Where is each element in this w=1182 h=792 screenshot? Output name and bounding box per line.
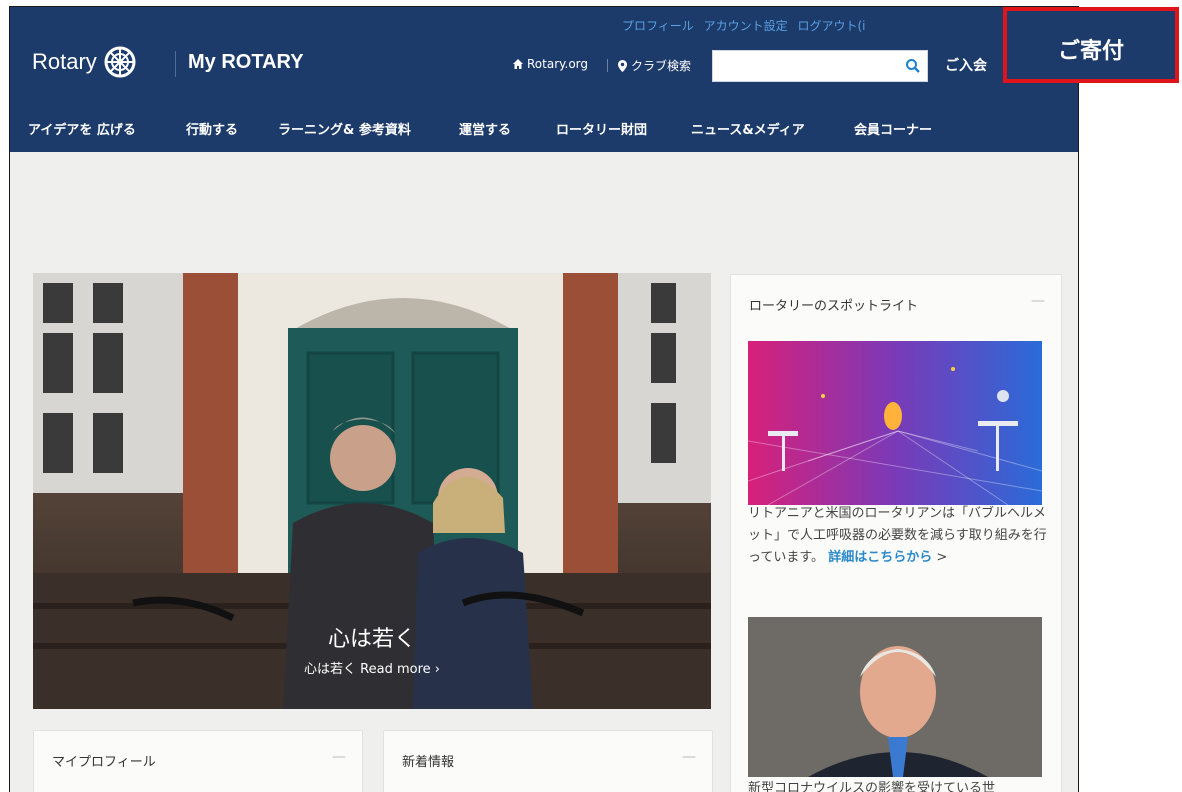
whats-new-collapse-button[interactable]: — xyxy=(682,749,696,765)
hero-banner[interactable]: 心は若く 心は若く Read more › xyxy=(33,273,711,709)
nav-item-news-media[interactable]: ニュース&メディア xyxy=(691,119,805,138)
site-header: プロフィール アカウント設定 ログアウト(i Rotary My ROTARY … xyxy=(10,7,1078,152)
nav-item-learning[interactable]: ラーニング& 参考資料 xyxy=(278,119,411,138)
spotlight-read-more-link[interactable]: 詳細はこちらから xyxy=(828,550,932,565)
main-nav: アイデアを 広げる 行動する ラーニング& 参考資料 運営する ロータリー財団 … xyxy=(10,103,1078,151)
location-pin-icon xyxy=(618,59,627,72)
whats-new-title: 新着情報 xyxy=(402,755,455,770)
search-input[interactable] xyxy=(717,51,901,81)
logo-text: Rotary xyxy=(32,49,97,74)
search-box[interactable] xyxy=(712,50,928,82)
search-icon[interactable] xyxy=(905,58,921,74)
club-search-label: クラブ検索 xyxy=(631,59,692,73)
util-divider xyxy=(607,59,608,72)
spotlight-story-image[interactable] xyxy=(748,341,1042,505)
my-profile-collapse-button[interactable]: — xyxy=(332,749,346,765)
spotlight-title: ロータリーのスポットライト xyxy=(749,299,919,314)
site-title[interactable]: My ROTARY xyxy=(188,51,304,74)
nav-item-ideas[interactable]: アイデアを 広げる xyxy=(28,119,136,138)
spotlight-collapse-button[interactable]: — xyxy=(1031,293,1045,309)
hero-read-more-link[interactable]: 心は若く Read more › xyxy=(33,658,711,677)
rotary-wheel-icon xyxy=(104,46,136,78)
spotlight-story-text: リトアニアと米国のロータリアンは「バブルヘルメット」で人工呼吸器の必要数を減らす… xyxy=(748,503,1052,569)
hero-title: 心は若く xyxy=(327,627,416,652)
spotlight-second-story-text: 新型コロナウイルスの影響を受けている世 xyxy=(748,781,996,792)
club-search-link[interactable]: クラブ検索 xyxy=(618,57,691,74)
nav-item-member-center[interactable]: 会員コーナー xyxy=(854,119,932,138)
rotary-org-link[interactable]: Rotary.org xyxy=(513,57,588,71)
profile-link[interactable]: プロフィール xyxy=(622,19,694,33)
browser-frame: プロフィール アカウント設定 ログアウト(i Rotary My ROTARY … xyxy=(9,6,1079,792)
join-link[interactable]: ご入会 xyxy=(945,55,987,75)
logo-divider xyxy=(175,51,176,77)
donate-label: ご寄付 xyxy=(1057,39,1124,64)
logout-link[interactable]: ログアウト(i xyxy=(797,19,865,33)
account-links: プロフィール アカウント設定 ログアウト(i xyxy=(622,17,871,34)
rotary-logo[interactable]: Rotary xyxy=(32,45,137,79)
home-icon xyxy=(513,59,523,69)
account-settings-link[interactable]: アカウント設定 xyxy=(704,19,788,33)
nav-item-take-action[interactable]: 行動する xyxy=(186,119,238,138)
rotary-org-label: Rotary.org xyxy=(527,57,589,71)
whats-new-card: 新着情報 — xyxy=(383,730,713,792)
my-profile-card: マイプロフィール — xyxy=(33,730,363,792)
nav-item-manage[interactable]: 運営する xyxy=(459,119,511,138)
spotlight-read-more-arrow[interactable]: > xyxy=(932,550,947,565)
donate-button[interactable]: ご寄付 xyxy=(1003,7,1179,83)
spotlight-portrait-image[interactable] xyxy=(748,617,1042,777)
nav-item-foundation[interactable]: ロータリー財団 xyxy=(556,119,647,138)
my-profile-title: マイプロフィール xyxy=(52,755,156,770)
